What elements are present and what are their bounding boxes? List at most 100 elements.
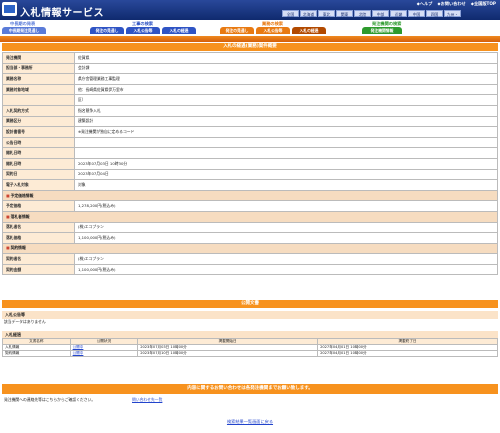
service-outlook-button[interactable]: 発注の見通し: [220, 27, 254, 34]
region-tab[interactable]: 東北: [318, 10, 335, 17]
detail-value: 1,100,000円(税込み): [74, 263, 498, 276]
search-nav: 中長期の発表 中長期発注見通し 工事の検索 発注の見通し 入札公告等 入札の経過…: [0, 20, 500, 36]
section-title: 入札の経過(業務)案件概要: [2, 43, 498, 51]
detail-label: 公告日時: [2, 136, 75, 149]
region-tabs: 全国北海道東北関東北陸中部近畿中国四国九州・沖: [282, 10, 461, 24]
detail-row: 予定価格 1,278,200円(税込み): [2, 200, 498, 212]
detail-label: 設計書番号: [2, 126, 75, 138]
detail-label: 落札価格: [2, 232, 75, 244]
national-top-link[interactable]: ◆全国版TOP: [471, 1, 496, 7]
help-link[interactable]: ◆ヘルプ: [417, 1, 433, 7]
detail-label: 発注機関: [2, 52, 75, 64]
detail-value: 区）: [74, 94, 498, 106]
detail-label: 契約日: [2, 168, 75, 181]
detail-row: 担当部・事務所 会計課: [2, 62, 498, 75]
detail-row: 開札日時 2023年07月03日 10時30分: [2, 157, 498, 170]
bullet-icon: ■: [6, 213, 10, 219]
back-to-results-link[interactable]: 検索結果一覧画面に戻る: [227, 419, 273, 424]
detail-value: [74, 136, 498, 149]
detail-label: 契約金額: [2, 263, 75, 276]
detail-row: 電子入札対象 対象: [2, 179, 498, 191]
table-cell: 契約情報: [2, 350, 71, 357]
service-progress-button[interactable]: 入札の経過: [292, 27, 326, 34]
subheader-label: 契約情報: [10, 245, 26, 251]
detail-row: 業務名称 県庁舎管理業務工事監理: [2, 73, 498, 85]
detail-row: 業務区分 建築設計: [2, 115, 498, 128]
detail-value: 2023年07月03日 10時30分: [74, 157, 498, 170]
region-tab[interactable]: 関東: [336, 10, 353, 17]
detail-label: 業務名称: [2, 73, 75, 85]
detail-label: 電子入札対象: [2, 179, 75, 191]
region-tab[interactable]: 近畿: [390, 10, 407, 17]
detail-value: 建築設計: [74, 115, 498, 128]
detail-label: 予定価格: [2, 200, 75, 212]
region-tab[interactable]: 中国: [408, 10, 425, 17]
construction-progress-button[interactable]: 入札の経過: [162, 27, 196, 34]
region-tab[interactable]: 中部: [372, 10, 389, 17]
detail-label: 契約者名: [2, 253, 75, 265]
table-cell: 2027年04月01日 10時00分: [317, 350, 498, 357]
construction-notice-button[interactable]: 入札公告等: [126, 27, 160, 34]
progress-table: 文書名称 公開状況 掲載開始日 掲載終了日 入札情報 公開中 2023年07月03日 10…: [2, 338, 498, 357]
construction-outlook-button[interactable]: 発注の見通し: [90, 27, 124, 34]
detail-row: 区）: [2, 94, 498, 106]
app-logo: [2, 2, 17, 16]
detail-value: (株)エコプラン: [74, 253, 498, 265]
contact-list-link[interactable]: 問い合わせ先一覧: [132, 397, 162, 403]
detail-label: 入札契約方式: [2, 104, 75, 117]
region-tab[interactable]: 全国: [282, 10, 299, 17]
details-table: 発注機関 佐賀県 担当部・事務所 会計課 業務名称 県庁舎管理業務工事監理 業務対象地域 他：…: [2, 52, 498, 276]
detail-label: 開札日時: [2, 147, 75, 159]
detail-row: 設計書番号 ※発注機関が独自に定めるコード: [2, 126, 498, 138]
detail-row: 落札者名 (株)エコプラン: [2, 221, 498, 234]
detail-value: (株)エコプラン: [74, 221, 498, 234]
detail-label: 担当部・事務所: [2, 62, 75, 75]
detail-row: 契約日 2023年07月04日: [2, 168, 498, 181]
detail-label: 業務対象地域: [2, 83, 75, 96]
mid-long-outlook-button[interactable]: 中長期発注見通し: [2, 27, 46, 34]
service-notice-button[interactable]: 入札公告等: [256, 27, 290, 34]
table-row: 契約情報 公開中 2023年07月10日 10時00分 2027年04月01日 10時…: [2, 350, 498, 357]
detail-row: 業務対象地域 他：長崎県佐賀県伊万里市: [2, 83, 498, 96]
region-tab[interactable]: 北海道: [300, 10, 317, 17]
region-tab[interactable]: 北陸: [354, 10, 371, 17]
subheader-label: 予定価格情報: [10, 192, 34, 198]
app-title: 入札情報サービス: [20, 8, 104, 19]
detail-row: 開札日時: [2, 147, 498, 159]
subheader-label: 落札者情報: [10, 213, 30, 219]
detail-row: 契約者名 (株)エコプラン: [2, 253, 498, 265]
detail-value: 他：長崎県佐賀県伊万里市: [74, 83, 498, 96]
detail-row: 発注機関 佐賀県: [2, 52, 498, 64]
detail-row: 公告日時: [2, 136, 498, 149]
contact-banner: 内容に関するお問い合わせは各発注機関までお願い致します。: [2, 384, 498, 394]
detail-subheader: ■契約情報: [2, 242, 498, 255]
detail-label: 開札日時: [2, 157, 75, 170]
notice-label: 入札公告等: [2, 311, 498, 319]
notice-empty-text: 該当データはありません: [4, 319, 46, 324]
detail-value: 1,278,200円(税込み): [74, 200, 498, 212]
detail-row: 落札価格 1,100,000円(税込み): [2, 232, 498, 244]
contact-link[interactable]: ◆お問い合わせ: [437, 1, 465, 7]
bullet-icon: ■: [6, 192, 10, 198]
region-tab[interactable]: 四国: [426, 10, 443, 17]
detail-row: 入札契約方式 指名競争入札: [2, 104, 498, 117]
detail-value: 対象: [74, 179, 498, 191]
detail-value: 県庁舎管理業務工事監理: [74, 73, 498, 85]
detail-value: 2023年07月04日: [74, 168, 498, 181]
app-header: 入札情報サービス ◆ヘルプ ◆お問い合わせ ◆全国版TOP 全国 北海道 東北 関東北…: [0, 0, 500, 24]
detail-label: 業務区分: [2, 115, 75, 128]
region-tab[interactable]: 九州・沖: [444, 10, 461, 24]
detail-label: [2, 94, 75, 106]
detail-subheader: ■落札者情報: [2, 210, 498, 223]
detail-value: 1,100,000円(税込み): [74, 232, 498, 244]
publish-status-link[interactable]: 公開中: [69, 350, 139, 357]
detail-row: 契約金額 1,100,000円(税込み): [2, 263, 498, 276]
table-cell: 2023年07月10日 10時00分: [137, 350, 319, 357]
detail-value: 会計課: [74, 62, 498, 75]
contact-text: 発注機関への連絡先等はこちらからご確認ください。: [4, 397, 96, 402]
detail-value: ※発注機関が独自に定めるコード: [74, 126, 498, 138]
agency-info-button[interactable]: 発注機関情報: [362, 27, 402, 34]
bullet-icon: ■: [6, 245, 10, 251]
contact-row: 発注機関への連絡先等はこちらからご確認ください。 問い合わせ先一覧: [2, 396, 498, 404]
detail-value: [74, 147, 498, 159]
